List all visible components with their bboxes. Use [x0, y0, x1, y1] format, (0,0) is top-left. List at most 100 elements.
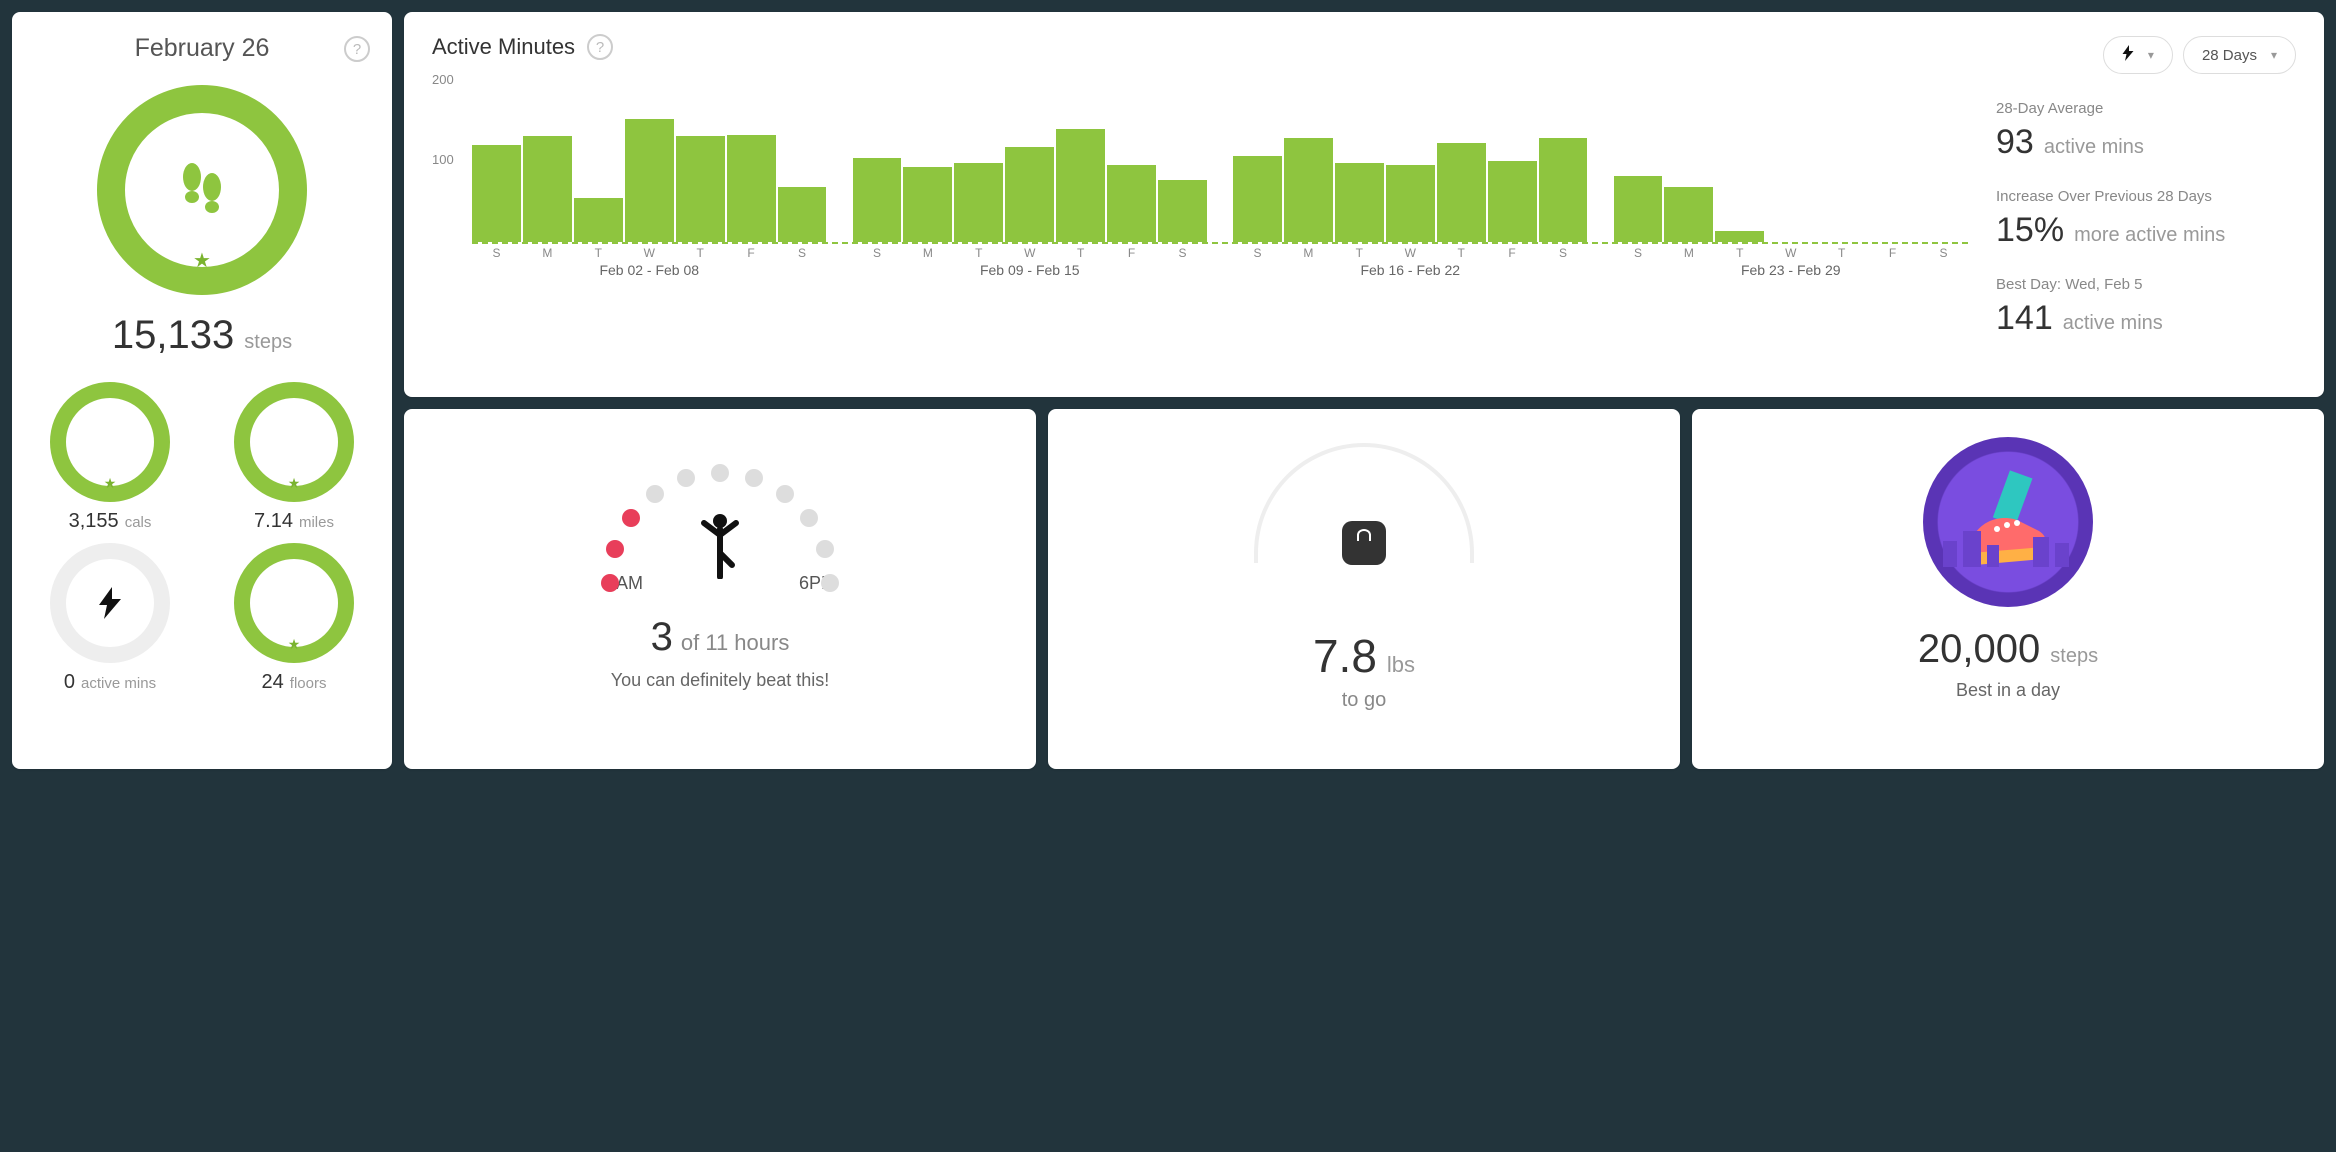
- bar[interactable]: [676, 136, 725, 242]
- calories-ring[interactable]: ★: [50, 382, 170, 502]
- bar[interactable]: [472, 145, 521, 242]
- bar-week-group: [472, 66, 827, 242]
- weight-unit: lbs: [1387, 652, 1415, 678]
- day-letter: S: [472, 246, 521, 260]
- active-minutes-chart[interactable]: 200 100 SMTWTFSFeb 02 - Feb 08SMTWTFSFeb…: [432, 66, 1968, 379]
- weight-subtext: to go: [1342, 689, 1386, 712]
- lightning-icon: [50, 543, 170, 663]
- calories-value: 3,155: [69, 510, 119, 533]
- range-selector-label: 28 Days: [2202, 47, 2257, 64]
- day-letter: F: [1488, 246, 1537, 260]
- hourly-dot: [711, 464, 729, 482]
- calories-unit: cals: [125, 514, 152, 531]
- bar[interactable]: [1335, 163, 1384, 242]
- hourly-count: 3: [651, 615, 673, 660]
- bar[interactable]: [853, 158, 902, 242]
- floors-ring[interactable]: ★: [234, 543, 354, 663]
- bar[interactable]: [1005, 147, 1054, 242]
- stat-label: Best Day: Wed, Feb 5: [1996, 276, 2296, 293]
- metric-selector[interactable]: ▾: [2103, 36, 2173, 74]
- daily-summary-card: February 26 ? ★ 15,133 steps: [12, 12, 392, 769]
- badge-subtext: Best in a day: [1956, 680, 2060, 701]
- day-letter: M: [1284, 246, 1333, 260]
- bar[interactable]: [1284, 138, 1333, 242]
- hourly-of-text: of 11 hours: [681, 630, 789, 656]
- distance-ring[interactable]: ★: [234, 382, 354, 502]
- day-letter: T: [1056, 246, 1105, 260]
- bar[interactable]: [727, 135, 776, 242]
- bar[interactable]: [1437, 143, 1486, 242]
- distance-value: 7.14: [254, 510, 293, 533]
- day-letter: F: [1868, 246, 1917, 260]
- hourly-dot: [646, 485, 664, 503]
- week-labels: SMTWTFSFeb 23 - Feb 29: [1614, 246, 1969, 278]
- stat-increase: Increase Over Previous 28 Days 15% more …: [1996, 188, 2296, 250]
- week-labels: SMTWTFSFeb 02 - Feb 08: [472, 246, 827, 278]
- day-letter: M: [523, 246, 572, 260]
- badge-value: 20,000: [1918, 627, 2040, 672]
- bar[interactable]: [778, 187, 827, 242]
- bar[interactable]: [1664, 187, 1713, 242]
- stat-value: 15%: [1996, 211, 2064, 250]
- badge-unit: steps: [2050, 645, 2098, 668]
- floors-unit: floors: [290, 675, 327, 692]
- bar-week-group: [1614, 66, 1969, 242]
- chart-baseline: [472, 242, 1968, 244]
- steps-value: 15,133: [112, 313, 234, 358]
- week-labels: SMTWTFSFeb 09 - Feb 15: [853, 246, 1208, 278]
- day-letter: T: [954, 246, 1003, 260]
- day-letter: M: [903, 246, 952, 260]
- week-labels: SMTWTFSFeb 16 - Feb 22: [1233, 246, 1588, 278]
- hourly-dot: [606, 540, 624, 558]
- stat-label: 28-Day Average: [1996, 100, 2296, 117]
- bar[interactable]: [903, 167, 952, 242]
- floors-value: 24: [262, 671, 284, 694]
- steps-unit: steps: [244, 331, 292, 354]
- active-mins-ring[interactable]: [50, 543, 170, 663]
- bar[interactable]: [954, 163, 1003, 242]
- active-minutes-card: Active Minutes ? 200 100 SMTWTFSFeb 02 -…: [404, 12, 2324, 397]
- day-letter: S: [1919, 246, 1968, 260]
- help-icon[interactable]: ?: [587, 34, 613, 60]
- range-selector[interactable]: 28 Days ▾: [2183, 36, 2296, 74]
- bar[interactable]: [1715, 231, 1764, 242]
- day-letter: T: [676, 246, 725, 260]
- active-mins-unit: active mins: [81, 675, 156, 692]
- location-pin-icon: [234, 382, 354, 502]
- scale-icon: [1342, 521, 1386, 565]
- day-letter: T: [1335, 246, 1384, 260]
- daily-date: February 26: [135, 34, 270, 63]
- bar[interactable]: [625, 119, 674, 242]
- hourly-activity-card[interactable]: 7AM 6PM 3 of 11 hours You can definitely…: [404, 409, 1036, 769]
- hourly-dot: [677, 469, 695, 487]
- bar[interactable]: [1488, 161, 1537, 242]
- bar[interactable]: [1614, 176, 1663, 242]
- badge-card[interactable]: 20,000 steps Best in a day: [1692, 409, 2324, 769]
- hourly-dot: [622, 509, 640, 527]
- bar-week-group: [853, 66, 1208, 242]
- hourly-arc: 7AM 6PM: [580, 433, 860, 593]
- week-range: Feb 09 - Feb 15: [980, 262, 1080, 278]
- bar[interactable]: [523, 136, 572, 242]
- day-letter: T: [1715, 246, 1764, 260]
- hourly-dot: [601, 574, 619, 592]
- help-icon[interactable]: ?: [344, 36, 370, 62]
- weight-card[interactable]: 7.8 lbs to go: [1048, 409, 1680, 769]
- bar[interactable]: [1158, 180, 1207, 242]
- weight-gauge: [1254, 443, 1474, 563]
- day-letter: W: [625, 246, 674, 260]
- week-range: Feb 23 - Feb 29: [1741, 262, 1841, 278]
- day-letter: S: [1614, 246, 1663, 260]
- bar[interactable]: [1386, 165, 1435, 242]
- stat-unit: more active mins: [2074, 224, 2225, 247]
- hourly-dot: [745, 469, 763, 487]
- steps-ring[interactable]: ★: [97, 85, 307, 295]
- bar[interactable]: [1539, 138, 1588, 242]
- bar[interactable]: [1107, 165, 1156, 242]
- stat-unit: active mins: [2044, 136, 2144, 159]
- flame-icon: [50, 382, 170, 502]
- bar[interactable]: [1233, 156, 1282, 242]
- bar[interactable]: [1056, 129, 1105, 242]
- bar[interactable]: [574, 198, 623, 242]
- day-letter: T: [1437, 246, 1486, 260]
